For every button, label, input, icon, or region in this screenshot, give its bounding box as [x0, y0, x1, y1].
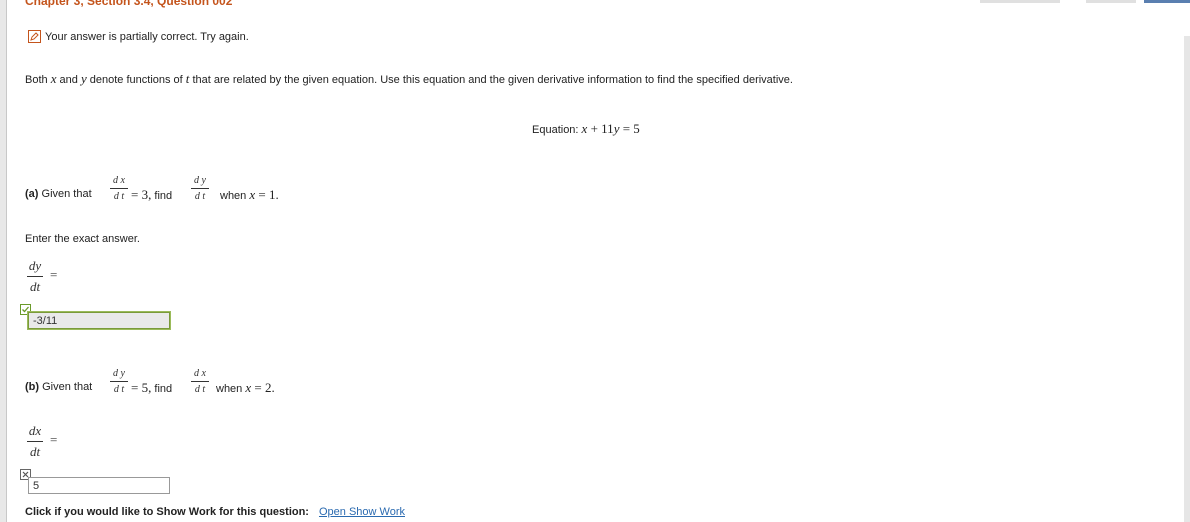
top-strip-accent — [1144, 0, 1190, 3]
when-text: when — [216, 383, 246, 395]
show-work-text: Click if you would like to Show Work for… — [25, 506, 309, 518]
fraction-dy-dt: d y d t — [110, 368, 128, 395]
fraction-num: dx — [28, 423, 42, 438]
left-border — [0, 0, 7, 522]
part-label: (a) — [25, 188, 39, 200]
equation: Equation: x + 11y = 5 — [532, 121, 640, 137]
fraction-den: dt — [29, 279, 41, 294]
given-value: = 3, find — [131, 187, 172, 203]
scrollbar[interactable] — [1184, 36, 1190, 522]
equation-label: Equation: — [532, 124, 582, 136]
fraction-num: dy — [28, 258, 42, 273]
status-message: Your answer is partially correct. Try ag… — [45, 30, 249, 43]
equation-rhs: = 5 — [619, 121, 640, 136]
when-value: = 1. — [255, 187, 279, 202]
answer-input-b[interactable]: 5 — [28, 477, 170, 494]
when-text: when — [220, 190, 250, 202]
given-text: Given that — [39, 381, 93, 393]
part-b-label: (b) Given that — [25, 381, 92, 393]
part-label: (b) — [25, 381, 40, 393]
status-row: Your answer is partially correct. Try ag… — [28, 30, 249, 43]
top-strip — [980, 0, 1060, 3]
fraction-num: d x — [194, 368, 206, 379]
fraction-num: d y — [113, 368, 125, 379]
given-value: = 5, find — [131, 380, 172, 396]
when-condition: when x = 1. — [220, 187, 279, 203]
pencil-icon — [28, 30, 41, 43]
top-strip — [1086, 0, 1136, 3]
instruction-text: Enter the exact answer. — [25, 233, 140, 245]
fraction-den: d t — [113, 191, 125, 202]
answer-input-a[interactable]: -3/11 — [27, 311, 171, 330]
fraction-den: d t — [113, 384, 125, 395]
given-text: Given that — [38, 188, 92, 200]
given-value-text: = 3, — [131, 187, 152, 202]
when-value: = 2. — [251, 380, 275, 395]
part-a-label: (a) Given that — [25, 188, 92, 200]
show-work-row: Click if you would like to Show Work for… — [25, 506, 405, 518]
open-show-work-link[interactable]: Open Show Work — [319, 506, 405, 518]
fraction-den: dt — [29, 444, 41, 459]
question-prompt: Both x and y denote functions of t that … — [25, 71, 793, 87]
fraction-dx-dt: d x d t — [191, 368, 209, 395]
fraction-den: d t — [194, 191, 206, 202]
answer-fraction-dx-dt: dx dt — [27, 423, 43, 460]
equals-sign: = — [50, 267, 58, 282]
fraction-num: d x — [113, 175, 125, 186]
when-condition: when x = 2. — [216, 380, 275, 396]
prompt-text: denote functions of — [86, 74, 186, 86]
chapter-title: Chapter 3, Section 3.4, Question 002 — [25, 0, 233, 8]
fraction-num: d y — [194, 175, 206, 186]
fraction-den: d t — [194, 384, 206, 395]
given-value-text: = 5, — [131, 380, 152, 395]
equals-sign: = — [50, 432, 58, 447]
equation-plus: + 11 — [587, 121, 614, 136]
prompt-text: Both — [25, 74, 51, 86]
prompt-text: that are related by the given equation. … — [189, 74, 793, 86]
find-text: find — [151, 383, 173, 395]
answer-fraction-dy-dt: dy dt — [27, 258, 43, 295]
find-text: find — [151, 190, 173, 202]
fraction-dy-dt: d y d t — [191, 175, 209, 202]
fraction-dx-dt: d x d t — [110, 175, 128, 202]
prompt-text: and — [56, 74, 81, 86]
